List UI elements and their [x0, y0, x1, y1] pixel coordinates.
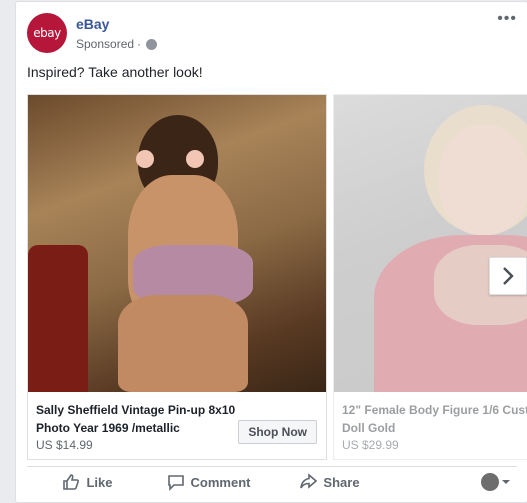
comment-label: Comment	[190, 474, 251, 490]
product-image[interactable]	[28, 95, 326, 392]
sponsored-line: Sponsored ·	[76, 37, 158, 51]
carousel-next-button[interactable]	[489, 257, 527, 295]
post-caption: Inspired? Take another look!	[27, 64, 203, 80]
page-name-link[interactable]: eBay	[76, 16, 109, 32]
card-text: Sally Sheffield Vintage Pin-up 8x10 Phot…	[36, 401, 236, 452]
sponsored-label[interactable]: Sponsored	[76, 37, 134, 51]
chevron-right-icon	[503, 267, 514, 285]
product-title[interactable]: Sally Sheffield Vintage Pin-up 8x10 Phot…	[36, 401, 236, 437]
page-avatar[interactable]: ebay	[27, 13, 67, 53]
comment-icon	[167, 475, 184, 491]
share-label: Share	[323, 474, 360, 490]
product-price: US $29.99	[342, 438, 399, 452]
caret-down-icon	[502, 480, 510, 484]
action-bar: Like Comment Share	[27, 466, 517, 497]
like-label: Like	[86, 474, 113, 490]
share-button[interactable]: Share	[269, 473, 390, 491]
carousel: Sally Sheffield Vintage Pin-up 8x10 Phot…	[27, 94, 527, 460]
thumbs-up-icon	[63, 474, 80, 490]
carousel-card[interactable]: Sally Sheffield Vintage Pin-up 8x10 Phot…	[27, 94, 327, 460]
product-price: US $14.99	[36, 438, 93, 452]
shop-now-button[interactable]: Shop Now	[238, 420, 317, 444]
product-image[interactable]	[334, 95, 527, 392]
product-title[interactable]: 12" Female Body Figure 1/6 Custom Women …	[342, 401, 527, 437]
share-icon	[300, 473, 318, 489]
globe-icon	[146, 38, 158, 50]
separator-dot: ·	[137, 37, 142, 51]
reaction-selector[interactable]	[390, 473, 517, 491]
sponsored-post: ebay eBay Sponsored · ••• Inspired? Take…	[15, 1, 527, 503]
card-text: 12" Female Body Figure 1/6 Custom Women …	[342, 401, 527, 452]
more-options-button[interactable]: •••	[497, 10, 517, 28]
user-avatar	[481, 473, 499, 491]
like-button[interactable]: Like	[27, 473, 148, 491]
avatar-logo-text: ebay	[33, 26, 61, 40]
comment-button[interactable]: Comment	[148, 473, 269, 491]
